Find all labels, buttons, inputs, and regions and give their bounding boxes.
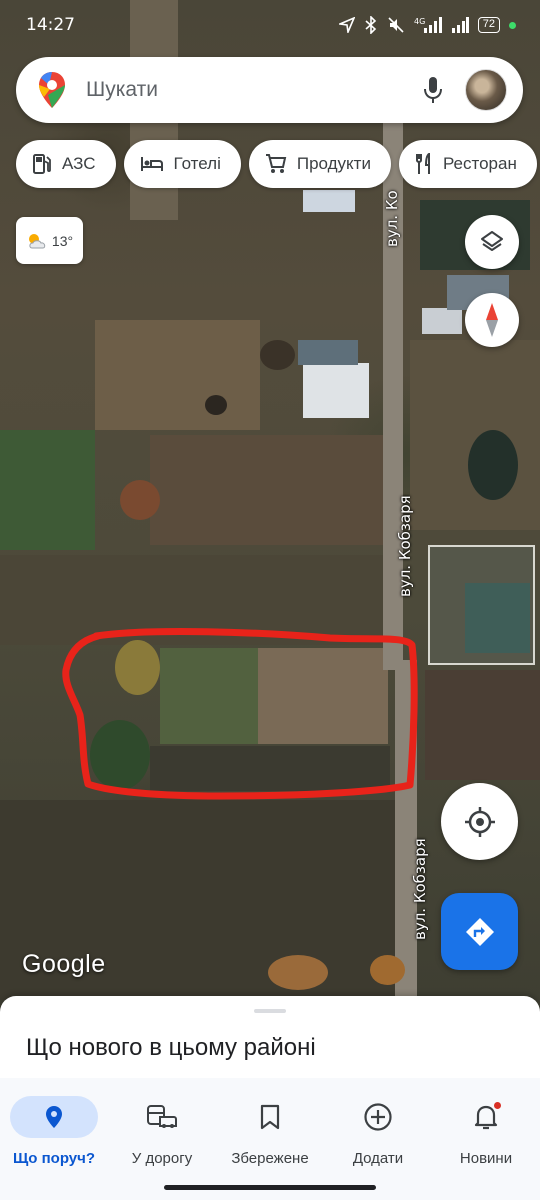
nav-label: Додати: [352, 1150, 404, 1167]
chip-label: Готелі: [173, 154, 221, 173]
building: [298, 340, 358, 365]
status-bar: 14:27 4G 72: [0, 0, 540, 50]
street-label: вул. Кобзаря: [396, 495, 414, 597]
signal-icon: [451, 17, 469, 33]
nav-label: Новини: [459, 1150, 513, 1167]
nav-icon-wrap: [10, 1096, 98, 1138]
tree: [370, 955, 405, 985]
chip-restaurants[interactable]: Ресторан: [398, 140, 537, 188]
chip-gas-stations[interactable]: АЗС: [16, 140, 116, 188]
field-plot: [150, 746, 390, 791]
street-label: вул. Ко: [383, 190, 401, 247]
tree: [120, 480, 160, 520]
drag-handle[interactable]: [254, 1009, 286, 1013]
building: [465, 583, 530, 653]
my-location-button[interactable]: [441, 783, 518, 860]
tree: [468, 430, 518, 500]
mute-icon: [388, 17, 404, 33]
weather-badge[interactable]: 13°: [16, 217, 83, 264]
home-indicator[interactable]: [164, 1185, 376, 1190]
gas-station-icon: [33, 154, 51, 174]
chip-groceries[interactable]: Продукти: [248, 140, 391, 188]
compass-button[interactable]: [465, 293, 519, 347]
nav-contribute[interactable]: Додати: [324, 1078, 432, 1200]
add-circle-icon: [364, 1103, 392, 1131]
search-input[interactable]: Шукати: [86, 78, 413, 102]
chip-label: Продукти: [296, 154, 371, 173]
layers-button[interactable]: [465, 215, 519, 269]
building: [303, 363, 369, 418]
nav-updates[interactable]: Новини: [432, 1078, 540, 1200]
nav-icon-wrap: [118, 1096, 206, 1138]
restaurant-icon: [415, 153, 430, 174]
battery-indicator: 72: [477, 17, 500, 33]
search-bar[interactable]: Шукати: [16, 57, 523, 123]
weather-temp: 13°: [51, 232, 74, 249]
tree: [205, 395, 227, 415]
status-time: 14:27: [26, 15, 75, 35]
category-chips: АЗС Готелі Продукти Ресторан: [16, 140, 537, 188]
building: [422, 308, 462, 334]
bookmark-icon: [260, 1104, 280, 1130]
field-plot: [425, 670, 540, 780]
field-plot: [410, 340, 540, 530]
partly-cloudy-icon: [28, 233, 46, 248]
nav-saved[interactable]: Збережене: [216, 1078, 324, 1200]
field-plot: [0, 430, 95, 550]
crosshair-icon: [464, 806, 495, 837]
nav-icon-wrap: [226, 1096, 314, 1138]
maps-pin-logo-icon: [39, 72, 65, 108]
signal-4g-icon: 4G: [414, 17, 442, 33]
tree: [90, 720, 150, 790]
field-plot: [160, 648, 258, 744]
location-pin-icon: [46, 1106, 62, 1128]
sheet-title: Що нового в цьому районі: [26, 1034, 316, 1061]
compass-icon: [486, 303, 498, 337]
field-plot: [150, 435, 385, 545]
chip-hotels[interactable]: Готелі: [123, 140, 241, 188]
nav-label: Збережене: [231, 1150, 309, 1167]
street-label: вул. Кобзаря: [411, 838, 429, 940]
layers-icon: [481, 231, 503, 251]
bottom-sheet[interactable]: Що нового в цьому районі: [0, 996, 540, 1086]
commute-icon: [147, 1105, 177, 1128]
avatar[interactable]: [465, 69, 507, 111]
tree: [260, 340, 295, 370]
tree: [268, 955, 328, 990]
cart-icon: [265, 154, 287, 173]
bluetooth-icon: [365, 16, 376, 34]
field-plot: [0, 555, 385, 645]
navigation-arrow-icon: [338, 17, 355, 33]
nav-label: У дорогу: [131, 1150, 193, 1167]
chip-label: Ресторан: [442, 154, 517, 173]
nav-go[interactable]: У дорогу: [108, 1078, 216, 1200]
nav-label: Що поруч?: [12, 1150, 96, 1167]
svg-text:4G: 4G: [414, 17, 425, 26]
bottom-navigation: Що поруч? У дорогу Збережене Додати Нови…: [0, 1078, 540, 1200]
google-attribution: Google: [22, 950, 106, 978]
field-plot: [258, 648, 388, 744]
field-plot: [95, 320, 260, 430]
tree: [115, 640, 160, 695]
building: [303, 190, 355, 212]
nav-icon-wrap: [334, 1096, 422, 1138]
status-icons: 4G 72: [338, 16, 516, 34]
chip-label: АЗС: [62, 154, 96, 173]
directions-icon: [465, 917, 494, 946]
microphone-icon[interactable]: [413, 70, 453, 110]
notification-badge: [494, 1102, 501, 1109]
hotel-bed-icon: [140, 157, 163, 171]
status-dot: [509, 21, 516, 29]
directions-button[interactable]: [441, 893, 518, 970]
nav-icon-wrap: [442, 1096, 530, 1138]
nav-explore[interactable]: Що поруч?: [0, 1078, 108, 1200]
